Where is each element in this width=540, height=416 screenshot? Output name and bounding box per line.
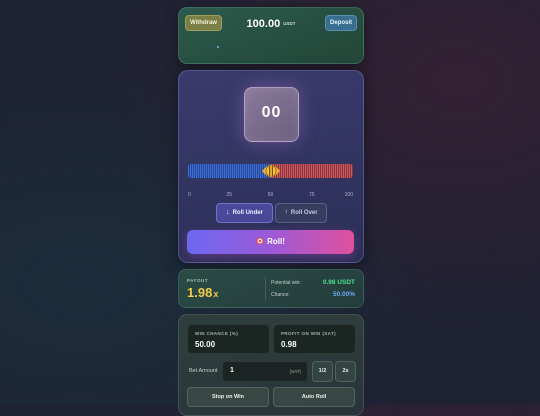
balance-amount: 100.00 — [246, 18, 281, 30]
arrow-up-icon: ↑ — [284, 209, 288, 216]
dice-game-card: 00 0 25 50 75 100 ↓ Roll Under ↑ Roll Over Rol… — [178, 70, 364, 263]
target-icon — [256, 237, 264, 245]
slider-tick-label: 0 — [188, 192, 191, 198]
roll-under-button[interactable]: ↓ Roll Under — [216, 203, 273, 223]
slider-tick-labels: 0 25 50 75 100 — [188, 192, 353, 200]
bet-amount-value: 1 — [230, 367, 234, 374]
profit-on-win-value: 0.98 — [281, 340, 297, 349]
double-bet-button[interactable]: 2x — [335, 361, 356, 382]
stop-on-win-button[interactable]: Stop on Win — [187, 387, 269, 407]
status-dot — [217, 46, 219, 48]
arrow-down-icon: ↓ — [226, 209, 230, 216]
win-chance-field[interactable]: WIN CHANCE (%) 50.00 — [187, 324, 270, 354]
bet-amount-unit: (SAT) — [289, 369, 301, 374]
profit-on-win-field[interactable]: PROFIT ON WIN (SAT) 0.98 — [273, 324, 356, 354]
auto-roll-button[interactable]: Auto Roll — [273, 387, 355, 407]
payout-card: PAYOUT 1.98x Potential win: 0.98 USDT Ch… — [178, 269, 364, 308]
profit-on-win-label: PROFIT ON WIN (SAT) — [281, 331, 337, 336]
potential-win-value: 0.98 USDT — [322, 279, 355, 286]
slider-tick-label: 50 — [267, 192, 274, 198]
chance-value: 50.00% — [332, 291, 355, 298]
payout-multiplier-value: 1.98 — [187, 285, 213, 300]
dice-value: 00 — [261, 104, 282, 121]
slider-tick-label: 75 — [308, 192, 315, 198]
balance-currency: USDT — [283, 21, 296, 26]
roll-under-label: Roll Under — [232, 210, 263, 216]
potential-win-label: Potential win: — [271, 280, 301, 286]
bet-controls-card: WIN CHANCE (%) 50.00 PROFIT ON WIN (SAT)… — [178, 314, 364, 416]
dice-result: 00 — [244, 87, 299, 142]
payout-divider — [265, 277, 266, 301]
roll-button[interactable]: Roll! — [187, 230, 354, 254]
slider-handle-icon[interactable] — [261, 162, 281, 180]
bet-amount-label: Bet Amount — [189, 368, 218, 374]
payout-multiplier-suffix: x — [213, 289, 219, 299]
deposit-button[interactable]: Deposit — [325, 15, 357, 31]
payout-multiplier: 1.98x — [187, 285, 218, 300]
roll-over-button[interactable]: ↑ Roll Over — [275, 203, 327, 223]
win-chance-value: 50.00 — [195, 340, 216, 349]
chance-label: Chance: — [271, 292, 290, 298]
slider-over-range — [270, 164, 353, 178]
bet-amount-input[interactable]: 1 (SAT) — [222, 361, 308, 382]
roll-label: Roll! — [267, 237, 285, 246]
wallet-card: Withdraw 100.00 USDT Deposit — [178, 7, 364, 64]
win-chance-label: WIN CHANCE (%) — [195, 331, 239, 336]
slider-under-range — [188, 164, 271, 178]
half-bet-button[interactable]: 1/2 — [312, 361, 333, 382]
slider-tick-label: 25 — [226, 192, 233, 198]
payout-label: PAYOUT — [187, 278, 209, 283]
roll-over-label: Roll Over — [290, 210, 318, 216]
slider-tick-label: 100 — [344, 192, 353, 198]
